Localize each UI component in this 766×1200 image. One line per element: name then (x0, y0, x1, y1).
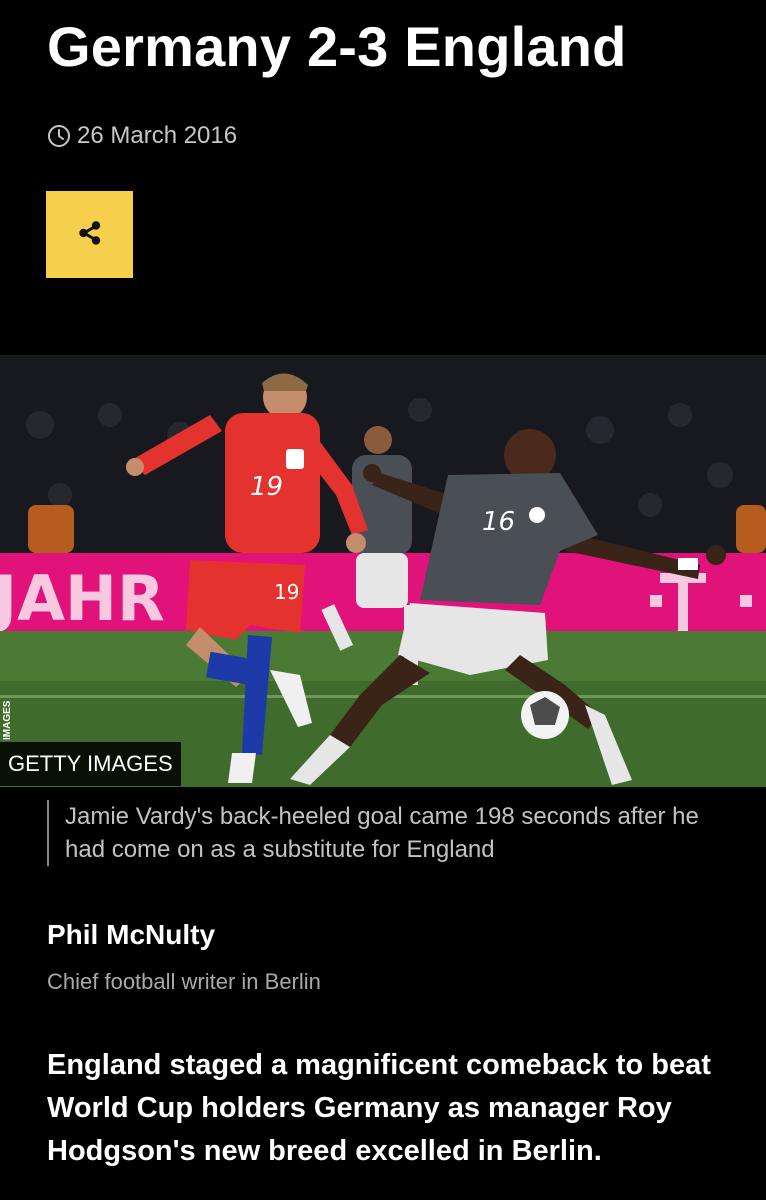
germany-shirt-number: 16 (482, 507, 515, 537)
author-role: Chief football writer in Berlin (47, 969, 321, 994)
article-image: JAHR F 19 19 16 (0, 355, 766, 787)
image-credit-vertical: IMAGES (2, 700, 13, 740)
clock-icon (47, 124, 71, 148)
england-shirt-number: 19 (250, 472, 283, 502)
article-title: Germany 2-3 England (47, 15, 627, 78)
image-credit: GETTY IMAGES (0, 742, 181, 786)
author-name: Phil McNulty (47, 919, 216, 950)
lead-paragraph: England staged a magnificent comeback to… (47, 1049, 711, 1167)
date-text: 26 March 2016 (77, 122, 238, 149)
share-icon (75, 218, 105, 251)
share-button[interactable] (46, 191, 133, 278)
image-caption: Jamie Vardy's back-heeled goal came 198 … (47, 800, 737, 866)
article-date: 26 March 2016 (47, 120, 237, 152)
england-shorts-number: 19 (274, 580, 299, 604)
